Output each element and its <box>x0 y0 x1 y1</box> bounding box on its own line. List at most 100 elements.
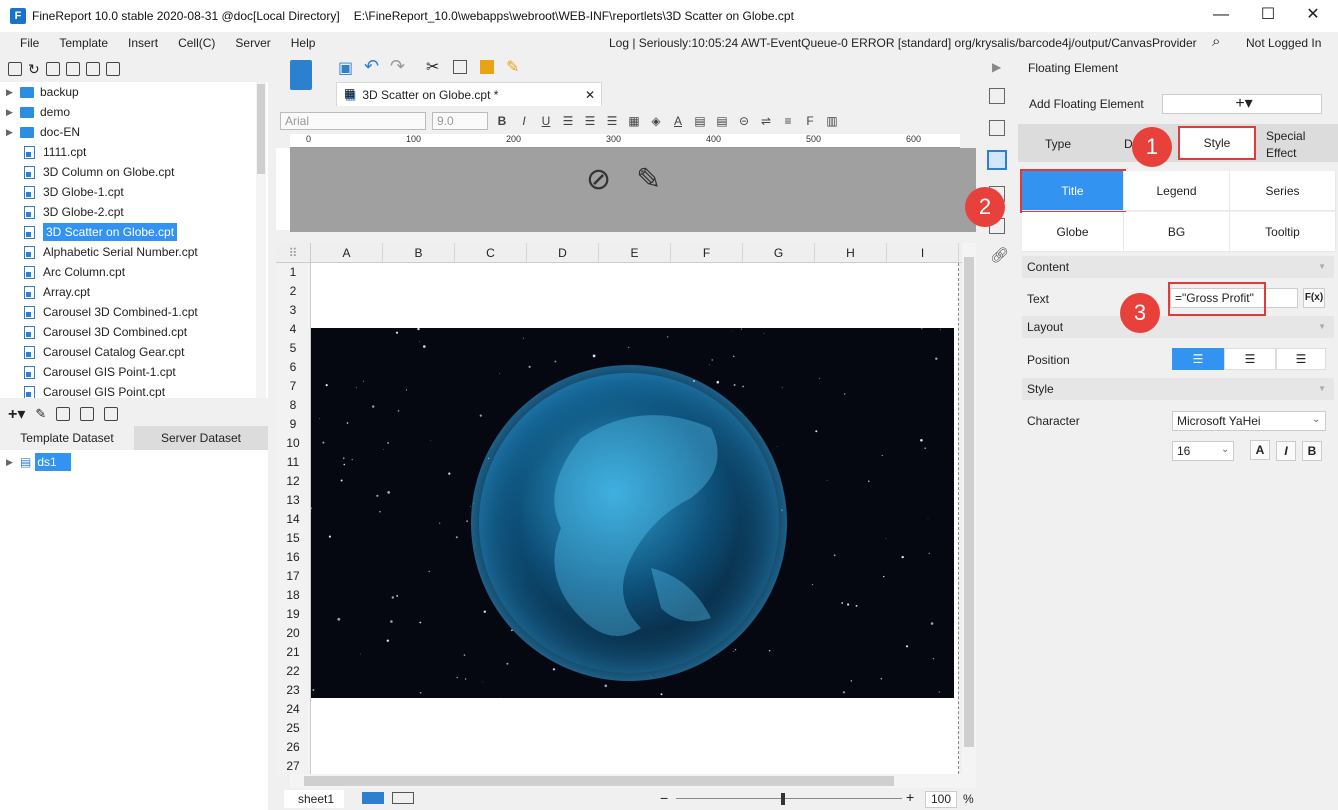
add-sheet-icon[interactable] <box>362 792 384 804</box>
row-header[interactable]: 21 <box>276 643 310 662</box>
horizontal-scrollbar[interactable] <box>290 774 976 788</box>
link-icon[interactable]: 🔗︎ <box>990 246 1009 264</box>
delete-icon[interactable] <box>85 62 100 76</box>
row-header[interactable]: 6 <box>276 358 310 377</box>
tree-file[interactable]: 1111.cpt <box>0 142 268 162</box>
align-right-icon[interactable]: ☰ <box>604 114 620 128</box>
row-header[interactable]: 18 <box>276 586 310 605</box>
tree-file[interactable]: Carousel GIS Point.cpt <box>0 382 268 398</box>
row-header[interactable]: 2 <box>276 282 310 301</box>
column-header[interactable]: H <box>815 243 887 262</box>
row-header[interactable]: 12 <box>276 472 310 491</box>
row-header[interactable]: 14 <box>276 510 310 529</box>
redo-icon[interactable]: ↷ <box>390 56 405 77</box>
row-header[interactable]: 5 <box>276 339 310 358</box>
column-header[interactable]: G <box>743 243 815 262</box>
tree-file[interactable]: Arc Column.cpt <box>0 262 268 282</box>
maximize-icon[interactable]: ☐ <box>1245 0 1291 32</box>
copy-icon[interactable] <box>105 62 120 76</box>
chart-icon[interactable]: ▥ <box>824 114 840 128</box>
align-right-button[interactable]: ☰ <box>1276 348 1326 370</box>
align-left-button[interactable]: ☰ <box>1172 348 1224 370</box>
row-header[interactable]: 17 <box>276 567 310 586</box>
collapse-icon[interactable]: ▶ <box>992 60 1001 74</box>
column-header[interactable]: I <box>887 243 959 262</box>
search-icon[interactable]: ⌕ <box>1212 33 1220 50</box>
subtab-globe[interactable]: Globe <box>1022 212 1124 252</box>
italic-button[interactable]: I <box>1276 441 1296 461</box>
tree-file[interactable]: Carousel 3D Combined.cpt <box>0 322 268 342</box>
floating-element-icon[interactable] <box>987 150 1007 170</box>
preview-icon[interactable] <box>80 407 95 421</box>
font-color-button[interactable]: A <box>1250 440 1270 460</box>
column-header[interactable]: A <box>311 243 383 262</box>
row-header[interactable]: 15 <box>276 529 310 548</box>
minimize-icon[interactable]: — <box>1198 0 1244 32</box>
formula-button[interactable]: F(x) <box>1303 288 1325 308</box>
row-header[interactable]: 9 <box>276 415 310 434</box>
menu-template[interactable]: Template <box>49 36 118 50</box>
globe-chart-image[interactable] <box>311 328 954 698</box>
text-icon[interactable]: ≡ <box>780 114 796 128</box>
font-size-select[interactable]: 9.0 <box>432 112 488 130</box>
row-header[interactable]: 23 <box>276 681 310 700</box>
login-status[interactable]: Not Logged In <box>1246 36 1321 50</box>
row-header[interactable]: 1 <box>276 263 310 282</box>
settings-icon[interactable] <box>65 62 80 76</box>
tree-folder[interactable]: ▶ doc-EN <box>0 122 268 142</box>
row-header[interactable]: 16 <box>276 548 310 567</box>
subtab-tooltip[interactable]: Tooltip <box>1230 212 1336 252</box>
tab-document[interactable]: ▦ 3D Scatter on Globe.cpt * ✕ <box>336 82 602 106</box>
row-header[interactable]: 25 <box>276 719 310 738</box>
bold-icon[interactable]: B <box>494 114 510 128</box>
format-painter-icon[interactable]: ✎ <box>506 57 519 77</box>
border-icon[interactable]: ▦ <box>626 114 642 128</box>
font-select[interactable]: Arial <box>280 112 426 130</box>
add-floating-button[interactable]: +▾ <box>1162 94 1322 114</box>
zoom-input[interactable]: 100 <box>925 791 957 808</box>
menu-server[interactable]: Server <box>225 36 280 50</box>
row-header[interactable]: 3 <box>276 301 310 320</box>
fill-color-icon[interactable]: ◈ <box>648 114 664 128</box>
column-header[interactable]: C <box>455 243 527 262</box>
sheet-tab[interactable]: sheet1 <box>284 790 344 808</box>
delete-icon[interactable] <box>56 407 71 421</box>
select-all-icon[interactable]: ⠿ <box>276 243 311 262</box>
menu-cell[interactable]: Cell(C) <box>168 36 225 50</box>
undo-icon[interactable]: ↶ <box>364 56 379 77</box>
font-family-select[interactable]: Microsoft YaHei <box>1172 411 1326 431</box>
tree-file-selected[interactable]: 3D Scatter on Globe.cpt <box>0 222 268 242</box>
dataset-item[interactable]: ▶ ▤ ds1 <box>0 452 268 472</box>
tab-template-dataset[interactable]: Template Dataset <box>0 426 134 450</box>
tree-file[interactable]: 3D Globe-2.cpt <box>0 202 268 222</box>
open-icon[interactable] <box>45 62 60 76</box>
zoom-slider[interactable] <box>676 798 902 799</box>
tree-scrollbar[interactable] <box>256 82 266 398</box>
cell-element-icon[interactable] <box>989 120 1005 136</box>
cell-attr-icon[interactable] <box>989 88 1005 104</box>
column-header[interactable]: E <box>599 243 671 262</box>
tree-file[interactable]: Alphabetic Serial Number.cpt <box>0 242 268 262</box>
zoom-handle[interactable] <box>781 793 785 805</box>
tree-file[interactable]: 3D Column on Globe.cpt <box>0 162 268 182</box>
section-style[interactable]: Style <box>1022 378 1334 400</box>
row-header[interactable]: 13 <box>276 491 310 510</box>
tree-file[interactable]: Carousel GIS Point-1.cpt <box>0 362 268 382</box>
subtab-legend[interactable]: Legend <box>1124 171 1230 211</box>
parameter-icon[interactable] <box>104 407 119 421</box>
row-header[interactable]: 10 <box>276 434 310 453</box>
tree-file[interactable]: Array.cpt <box>0 282 268 302</box>
tree-folder[interactable]: ▶ demo <box>0 102 268 122</box>
italic-icon[interactable]: I <box>516 114 532 128</box>
close-tab-icon[interactable]: ✕ <box>585 88 595 102</box>
align-center-icon[interactable]: ☰ <box>582 114 598 128</box>
add-poly-sheet-icon[interactable] <box>392 792 414 804</box>
underline-icon[interactable]: U <box>538 114 554 128</box>
row-header[interactable]: 4 <box>276 320 310 339</box>
tree-file[interactable]: Carousel Catalog Gear.cpt <box>0 342 268 362</box>
row-header[interactable]: 22 <box>276 662 310 681</box>
edit-icon[interactable]: ✎ <box>636 162 661 197</box>
tree-file[interactable]: Carousel 3D Combined-1.cpt <box>0 302 268 322</box>
wrap-icon[interactable]: ⇌ <box>758 114 774 128</box>
row-header[interactable]: 20 <box>276 624 310 643</box>
